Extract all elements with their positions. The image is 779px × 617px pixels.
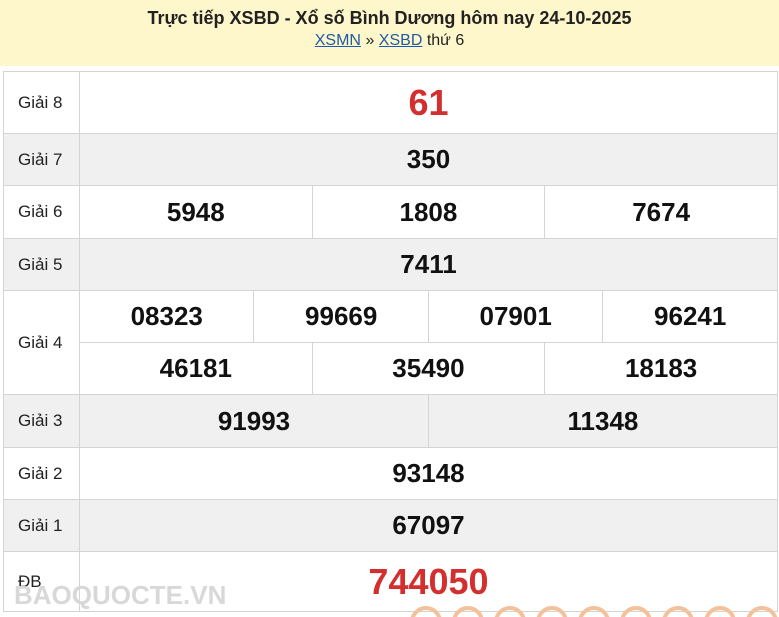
prize-row-g7: Giải 7 350 [3,133,778,186]
prize-number: 1808 [311,185,546,239]
dot-icon [536,606,568,617]
prize-number: 7411 [79,238,778,291]
prize-label: Giải 2 [3,447,80,500]
prize-number: 99669 [253,290,429,343]
prize-label: Giải 8 [3,71,80,134]
prize-number: 91993 [79,394,429,448]
prize-number: 46181 [79,342,313,395]
dot-icon [662,606,694,617]
prize-number: 93148 [79,447,778,500]
prize-number: 67097 [79,499,778,552]
watermark-logo: BAOQUOCTE.VN [14,580,227,610]
dot-icon [746,606,778,617]
prize-label: Giải 7 [3,133,80,186]
prize-row-g5: Giải 5 7411 [3,238,778,291]
prize-number: 11348 [427,394,779,448]
breadcrumb-weekday: thứ 6 [426,32,465,49]
prize-number: 61 [79,71,778,134]
breadcrumb-separator: » [365,32,375,49]
prize-number: 35490 [311,342,546,395]
prize-number: 08323 [78,290,255,343]
prize-row-g3: Giải 3 91993 11348 [3,394,779,448]
prize-row-g6: Giải 6 5948 1808 7674 [3,185,778,239]
prize-label: Giải 6 [3,185,80,239]
prize-label: Giải 3 [3,394,80,448]
results-table: Giải 8 61 Giải 7 350 Giải 6 5948 1808 76… [3,71,779,612]
dot-icon [578,606,610,617]
page-header: Trực tiếp XSBD - Xổ số Bình Dương hôm na… [0,0,779,66]
dot-icon [620,606,652,617]
prize-number: 96241 [602,290,778,343]
prize-number: 18183 [544,342,778,395]
breadcrumb-link-xsmn[interactable]: XSMN [315,32,361,49]
breadcrumb-link-xsbd[interactable]: XSBD [379,32,423,49]
dot-icon [410,606,442,617]
dot-icon [452,606,484,617]
dot-icon [704,606,736,617]
decorative-dots [410,606,779,617]
prize-row-g8: Giải 8 61 [3,71,778,134]
prize-number: 350 [79,133,778,186]
breadcrumb: XSMN » XSBD thứ 6 [0,32,779,50]
dot-icon [494,606,526,617]
prize-number: 5948 [79,185,313,239]
prize-label: Giải 4 [3,290,80,395]
prize-row-g1: Giải 1 67097 [3,499,778,552]
prize-row-g4-second: 46181 35490 18183 [4,342,778,395]
page-title: Trực tiếp XSBD - Xổ số Bình Dương hôm na… [147,8,632,28]
prize-label: Giải 5 [3,238,80,291]
prize-number: 7674 [544,185,778,239]
prize-row-g2: Giải 2 93148 [3,447,778,500]
prize-number: 07901 [427,290,604,343]
prize-row-g4: Giải 4 08323 99669 07901 96241 [3,290,778,395]
prize-label: Giải 1 [3,499,80,552]
